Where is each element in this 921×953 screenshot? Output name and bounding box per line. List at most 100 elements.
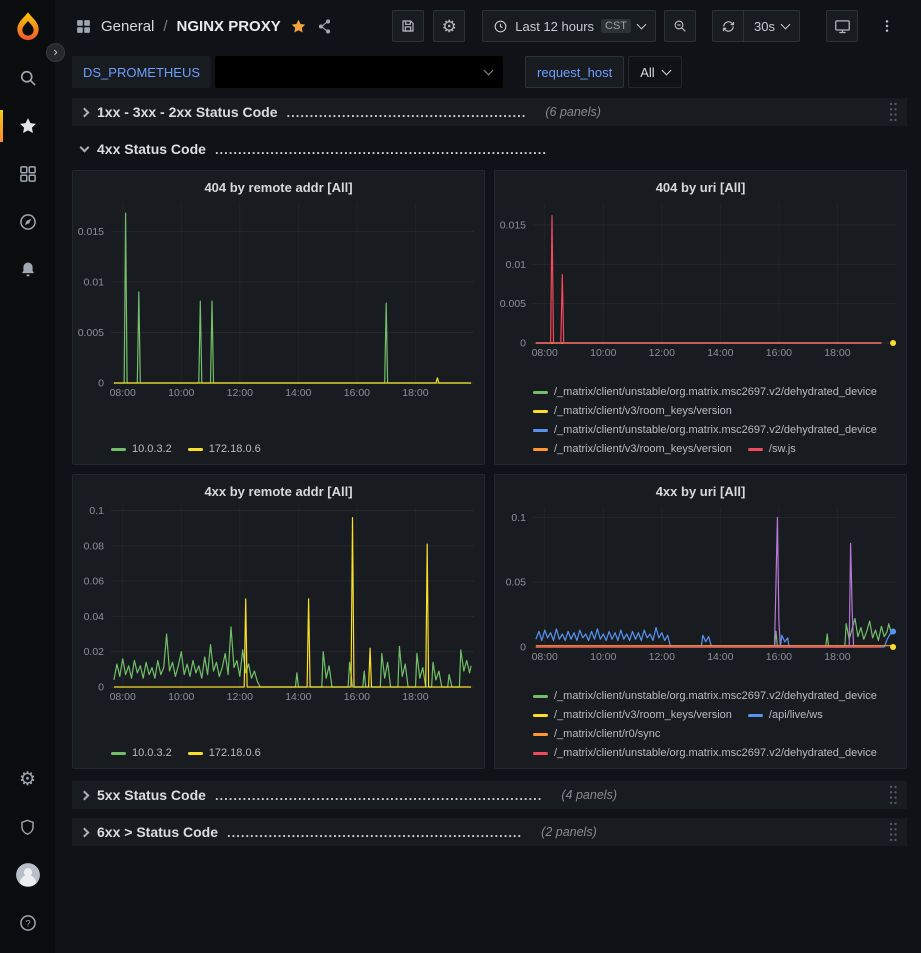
sidebar-item-settings[interactable]: ⚙ (0, 755, 55, 803)
kebab-icon (879, 18, 895, 34)
svg-text:0.01: 0.01 (506, 259, 527, 271)
ds-prometheus-label: DS_PROMETHEUS (83, 65, 200, 80)
sidebar-item-explore[interactable] (0, 198, 55, 246)
legend-item[interactable]: /_matrix/client/r0/sync (533, 727, 660, 741)
svg-text:14:00: 14:00 (285, 691, 311, 703)
sidebar-item-profile[interactable] (0, 851, 55, 899)
panel-legend: 10.0.3.2 172.18.0.6 (73, 742, 484, 768)
chevron-right-icon (80, 107, 90, 117)
tv-icon (834, 18, 851, 35)
row-drag-handle[interactable] (888, 784, 898, 806)
legend-item[interactable]: /_matrix/client/unstable/org.matrix.msc2… (533, 385, 877, 399)
legend-label: 10.0.3.2 (132, 746, 172, 760)
row-1xx-3xx-2xx-status-code[interactable]: 1xx - 3xx - 2xx Status Code ............… (72, 98, 907, 126)
legend-item[interactable]: /_matrix/client/v3/room_keys/version (533, 404, 732, 418)
settings-gear-icon: ⚙ (19, 770, 36, 789)
dashboard-settings-button[interactable]: ⚙ (433, 10, 465, 42)
legend-swatch (533, 429, 548, 432)
legend-item[interactable]: 10.0.3.2 (111, 442, 172, 456)
svg-text:18:00: 18:00 (824, 347, 850, 359)
variable-value-ds-prometheus[interactable] (215, 56, 503, 88)
panel-title[interactable]: 4xx by uri [All] (495, 475, 906, 501)
svg-text:18:00: 18:00 (824, 651, 850, 663)
sidebar-expand-button[interactable]: › (46, 43, 65, 62)
panel-title[interactable]: 404 by remote addr [All] (73, 171, 484, 197)
svg-text:16:00: 16:00 (766, 347, 792, 359)
chevron-right-icon (80, 827, 90, 837)
refresh-interval-value: 30s (754, 19, 775, 34)
legend-swatch (188, 752, 203, 755)
legend-item[interactable]: /_matrix/client/unstable/org.matrix.msc2… (533, 746, 877, 760)
refresh-button[interactable] (712, 10, 744, 42)
svg-text:08:00: 08:00 (532, 651, 558, 663)
row-drag-handle[interactable] (888, 101, 898, 123)
grafana-logo[interactable] (0, 0, 55, 54)
svg-text:18:00: 18:00 (402, 691, 428, 703)
legend-item[interactable]: /api/live/ws (748, 708, 823, 722)
dashboard-settings-gear-icon: ⚙ (442, 18, 457, 35)
legend-item[interactable]: 10.0.3.2 (111, 746, 172, 760)
legend-item[interactable]: 172.18.0.6 (188, 442, 261, 456)
chevron-right-icon (80, 790, 90, 800)
legend-item[interactable]: /_matrix/client/unstable/org.matrix.msc2… (533, 689, 877, 703)
sidebar-item-alerting[interactable] (0, 246, 55, 294)
legend-swatch (111, 752, 126, 755)
grafana-app: ⚙ ? › (0, 0, 921, 953)
svg-text:0.02: 0.02 (84, 646, 105, 658)
zoom-out-button[interactable] (664, 10, 696, 42)
time-series-chart[interactable]: 00.0050.010.01508:0010:0012:0014:0016:00… (495, 197, 906, 359)
share-icon[interactable] (316, 18, 333, 35)
panel-title[interactable]: 4xx by remote addr [All] (73, 475, 484, 501)
svg-text:?: ? (25, 918, 30, 928)
clock-icon (493, 19, 508, 34)
svg-text:18:00: 18:00 (402, 387, 428, 399)
more-options-button[interactable] (871, 10, 903, 42)
save-dashboard-button[interactable] (392, 10, 424, 42)
legend-item[interactable]: 172.18.0.6 (188, 746, 261, 760)
tv-mode-button[interactable] (826, 10, 858, 42)
legend-item[interactable]: /_matrix/client/v3/room_keys/version (533, 708, 732, 722)
svg-text:12:00: 12:00 (649, 651, 675, 663)
chevron-down-icon (484, 65, 494, 75)
svg-text:14:00: 14:00 (285, 387, 311, 399)
sidebar-item-server-admin[interactable] (0, 803, 55, 851)
row-drag-handle[interactable] (888, 821, 898, 843)
legend-label: /api/live/ws (769, 708, 823, 722)
sidebar-item-starred[interactable] (0, 102, 55, 150)
svg-text:12:00: 12:00 (227, 387, 253, 399)
time-series-chart[interactable]: 00.0050.010.01508:0010:0012:0014:0016:00… (73, 197, 484, 399)
time-series-chart[interactable]: 00.050.108:0010:0012:0014:0016:0018:00 (495, 501, 906, 663)
svg-text:0: 0 (520, 338, 526, 350)
panel-grid: 404 by remote addr [All] 0 0.005 0.01 0.015… (72, 170, 907, 769)
svg-text:0: 0 (520, 642, 526, 654)
breadcrumb-section[interactable]: General (101, 18, 154, 35)
panel-title[interactable]: 404 by uri [All] (495, 171, 906, 197)
sidebar-item-dashboards[interactable] (0, 150, 55, 198)
sidebar-item-help[interactable]: ? (0, 899, 55, 947)
row-title-dots: ........................................… (227, 825, 522, 840)
svg-text:0.015: 0.015 (78, 226, 104, 238)
dashboard-title[interactable]: NGINX PROXY (177, 18, 281, 35)
variable-value-request-host[interactable]: All (628, 56, 681, 88)
legend-swatch (533, 733, 548, 736)
row-4xx-status-code[interactable]: 4xx Status Code ........................… (72, 135, 907, 163)
chevron-down-icon (661, 65, 671, 75)
favorite-star-icon[interactable] (290, 18, 307, 35)
row-title: 4xx Status Code (97, 141, 206, 157)
refresh-interval-dropdown[interactable]: 30s (744, 10, 800, 42)
row-6xx-status-code[interactable]: 6xx > Status Code ......................… (72, 818, 907, 846)
legend-swatch (111, 448, 126, 451)
row-5xx-status-code[interactable]: 5xx Status Code ........................… (72, 781, 907, 809)
svg-text:10:00: 10:00 (590, 651, 616, 663)
legend-item[interactable]: /sw.js (748, 442, 796, 456)
legend-item[interactable]: /_matrix/client/v3/room_keys/version (533, 442, 732, 456)
legend-swatch (748, 448, 763, 451)
svg-text:0.01: 0.01 (84, 276, 105, 288)
time-series-chart[interactable]: 00.020.040.060.080.108:0010:0012:0014:00… (73, 501, 484, 703)
legend-item[interactable]: /_matrix/client/unstable/org.matrix.msc2… (533, 423, 877, 437)
sidebar-item-search[interactable] (0, 54, 55, 102)
time-range-picker[interactable]: Last 12 hours CST (482, 10, 656, 42)
legend-label: /sw.js (769, 442, 796, 456)
svg-text:0.005: 0.005 (500, 298, 526, 310)
legend-label: /_matrix/client/v3/room_keys/version (554, 708, 732, 722)
